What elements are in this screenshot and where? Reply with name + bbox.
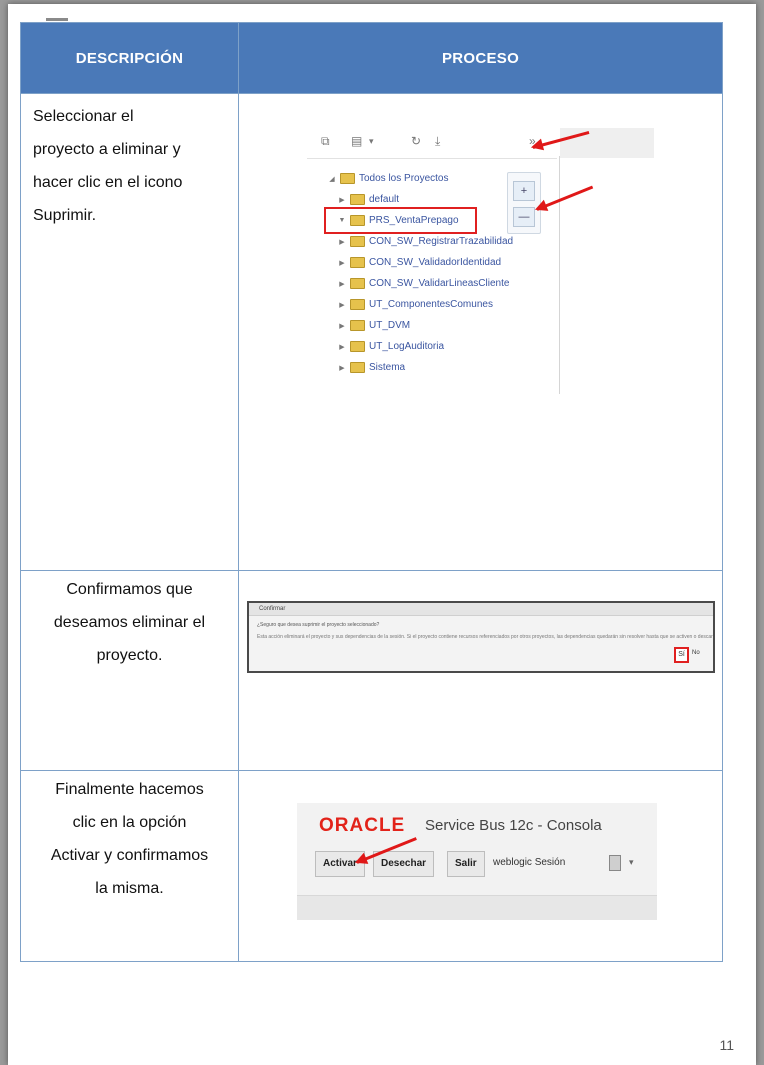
tree-item[interactable]: ▶ UT_LogAuditoria	[327, 336, 513, 357]
description-line: deseamos eliminar el	[53, 614, 206, 631]
top-mark	[46, 18, 68, 21]
tree-item[interactable]: ▶ Sistema	[327, 357, 513, 378]
description-cell: Confirmamos que deseamos eliminar el pro…	[20, 570, 239, 771]
description-line: proyecto.	[96, 647, 163, 664]
dialog-question: ¿Seguro que desea suprimir el proyecto s…	[257, 622, 380, 628]
folder-icon	[350, 320, 365, 331]
tree-item[interactable]: ▶ CON_SW_ValidarLineasCliente	[327, 273, 513, 294]
tree-toolbar: ⧉ ▤ ▾ ↻ ⤓ »	[307, 126, 557, 159]
tree-item[interactable]: ▶ default	[327, 189, 513, 210]
tree-item-label: Sistema	[369, 362, 406, 373]
tree-item[interactable]: ▼ PRS_VentaPrepago	[324, 207, 477, 234]
product-title: Service Bus 12c - Consola	[425, 817, 602, 834]
folder-icon	[350, 278, 365, 289]
tree-item-label: default	[369, 194, 400, 205]
description-line: hacer clic en el icono	[33, 174, 183, 191]
tree-item[interactable]: ▶ UT_ComponentesComunes	[327, 294, 513, 315]
description-line: Activar y confirmamos	[50, 847, 209, 864]
document-page: DESCRIPCIÓN PROCESO Seleccionar el proye…	[8, 4, 756, 1065]
process-cell: Confirmar ¿Seguro que desea suprimir el …	[238, 570, 723, 771]
table-row: Seleccionar el proyecto a eliminar y hac…	[20, 93, 723, 571]
folder-icon	[350, 236, 365, 247]
tree-item[interactable]: ▶ CON_SW_ValidadorIdentidad	[327, 252, 513, 273]
dialog-message: Esta acción eliminará el proyecto y sus …	[257, 634, 713, 640]
tree-item[interactable]: ▶ UT_DVM	[327, 315, 513, 336]
tree-item-label: UT_DVM	[369, 320, 411, 331]
folder-icon	[350, 341, 365, 352]
chevron-down-icon[interactable]: ▾	[629, 857, 634, 868]
tree-item-label: UT_ComponentesComunes	[369, 299, 493, 310]
tree-toggle-icon[interactable]: ▶	[337, 196, 347, 204]
description-line: clic en la opción	[72, 814, 187, 831]
description-cell: Seleccionar el proyecto a eliminar y hac…	[20, 93, 239, 571]
refresh-icon[interactable]: ↻	[411, 134, 421, 148]
tree-item-label: PRS_VentaPrepago	[369, 215, 459, 226]
process-cell: ORACLE Service Bus 12c - Consola Activar…	[238, 770, 723, 962]
tree-item-label: CON_SW_ValidarLineasCliente	[369, 278, 510, 289]
tree-item[interactable]: ▶ CON_SW_RegistrarTrazabilidad	[327, 231, 513, 252]
delete-button[interactable]: —	[513, 207, 535, 227]
tree-toggle-icon[interactable]: ▶	[337, 343, 347, 351]
tree-item-label: CON_SW_RegistrarTrazabilidad	[369, 236, 514, 247]
table-row: Confirmamos que deseamos eliminar el pro…	[20, 570, 723, 771]
paste-icon[interactable]: ▤	[351, 134, 362, 148]
project-tree-screenshot: ⧉ ▤ ▾ ↻ ⤓ » + — ◢ Todos los Proyectos ▶ def…	[307, 126, 654, 394]
folder-icon	[350, 362, 365, 373]
pointer-arrow	[536, 185, 594, 211]
dialog-title: Confirmar	[249, 603, 713, 616]
tree-toggle-icon[interactable]: ▶	[337, 280, 347, 288]
oracle-logo: ORACLE	[319, 815, 406, 836]
toolbar-extension	[560, 128, 654, 158]
folder-icon	[340, 173, 355, 184]
confirm-yes-button[interactable]: Sí	[674, 647, 689, 663]
description-line: proyecto a eliminar y	[33, 141, 181, 158]
tree-toggle-icon[interactable]: ▶	[337, 259, 347, 267]
process-cell: ⧉ ▤ ▾ ↻ ⤓ » + — ◢ Todos los Proyectos ▶ def…	[238, 93, 723, 571]
folder-icon	[350, 299, 365, 310]
clipboard-icon[interactable]	[609, 855, 621, 871]
description-cell: Finalmente hacemos clic en la opción Act…	[20, 770, 239, 962]
add-button[interactable]: +	[513, 181, 535, 201]
folder-icon	[350, 215, 365, 226]
console-band	[297, 895, 657, 920]
description-line: Suprimir.	[33, 207, 97, 224]
folder-icon	[350, 257, 365, 268]
description-line: Finalmente hacemos	[55, 781, 204, 798]
tree-item-label: CON_SW_ValidadorIdentidad	[369, 257, 502, 268]
tree-toggle-icon[interactable]: ▶	[337, 238, 347, 246]
description-line: Seleccionar el	[33, 108, 134, 125]
project-tree: ◢ Todos los Proyectos ▶ default ▼ PRS_VentaPr…	[324, 168, 513, 378]
tree-toggle-icon[interactable]: ◢	[327, 175, 337, 183]
tree-item-label: Todos los Proyectos	[359, 173, 449, 184]
description-line: la misma.	[95, 880, 164, 897]
discard-button[interactable]: Desechar	[373, 851, 435, 877]
tree-toggle-icon[interactable]: ▶	[337, 322, 347, 330]
tree-item[interactable]: ◢ Todos los Proyectos	[327, 168, 513, 189]
chevron-down-icon[interactable]: ▾	[369, 136, 374, 147]
download-icon[interactable]: ⤓	[435, 134, 440, 149]
header-process: PROCESO	[238, 22, 723, 94]
confirm-dialog-screenshot: Confirmar ¿Seguro que desea suprimir el …	[247, 601, 715, 673]
tree-toggle-icon[interactable]: ▶	[337, 301, 347, 309]
tree-toggle-icon[interactable]: ▼	[337, 217, 347, 224]
confirm-no-button[interactable]: No	[692, 650, 700, 656]
copy-icon[interactable]: ⧉	[321, 134, 330, 149]
tree-toggle-icon[interactable]: ▶	[337, 364, 347, 372]
session-user: weblogic Sesión	[493, 857, 566, 868]
description-line: Confirmamos que	[66, 581, 193, 598]
table-header-row: DESCRIPCIÓN PROCESO	[20, 22, 723, 94]
page-number: 11	[719, 1037, 734, 1053]
console-header-screenshot: ORACLE Service Bus 12c - Consola Activar…	[297, 803, 657, 920]
header-description: DESCRIPCIÓN	[20, 22, 239, 94]
panel-divider	[559, 156, 560, 394]
table-row: Finalmente hacemos clic en la opción Act…	[20, 770, 723, 962]
procedure-table: DESCRIPCIÓN PROCESO Seleccionar el proye…	[20, 22, 723, 962]
tree-item-label: UT_LogAuditoria	[369, 341, 445, 352]
exit-button[interactable]: Salir	[447, 851, 485, 877]
folder-icon	[350, 194, 365, 205]
